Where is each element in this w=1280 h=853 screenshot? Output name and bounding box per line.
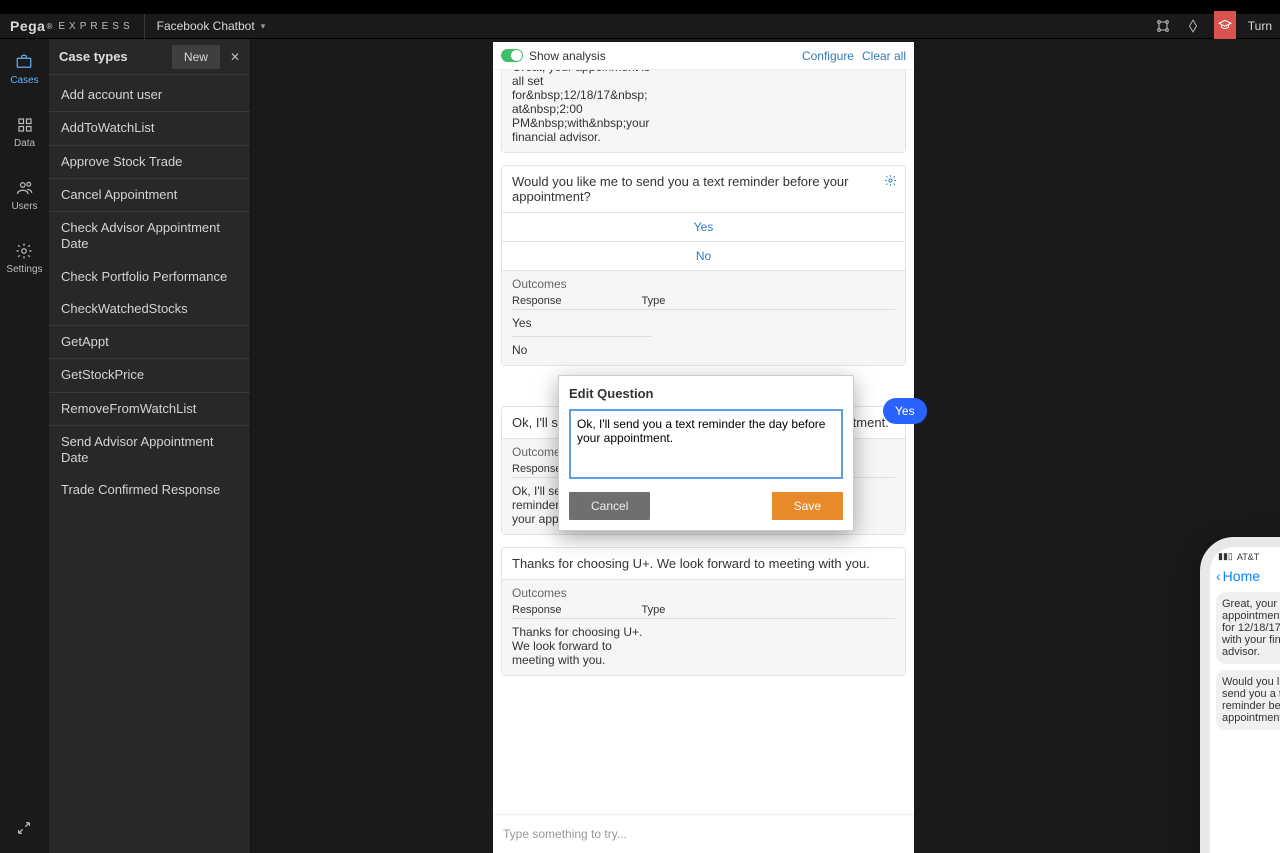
close-icon[interactable]: ✕ xyxy=(230,50,240,64)
bot-message: Thanks for choosing U+. We look forward … xyxy=(502,548,905,580)
show-analysis-toggle[interactable] xyxy=(501,49,523,62)
rail-label: Data xyxy=(14,138,35,149)
app-selector-label: Facebook Chatbot xyxy=(157,19,255,33)
gear-icon[interactable] xyxy=(884,174,897,190)
new-button[interactable]: New xyxy=(172,45,220,69)
chat-header: Show analysis Configure Clear all xyxy=(493,42,914,70)
col-type: Type xyxy=(642,295,666,307)
col-response: Response xyxy=(512,463,562,475)
briefcase-icon xyxy=(15,53,33,71)
outcomes-title: Outcomes xyxy=(512,586,895,600)
sidebar-item[interactable]: Trade Confirmed Response xyxy=(49,474,250,506)
share-icon[interactable] xyxy=(1154,17,1172,35)
gear-icon xyxy=(15,242,33,260)
users-icon xyxy=(16,179,34,197)
save-button[interactable]: Save xyxy=(772,492,843,520)
rail-users[interactable]: Users xyxy=(11,179,37,212)
brand-logo: Pega® EXPRESS xyxy=(0,18,144,34)
phone-home-label: Home xyxy=(1223,568,1260,584)
question-textarea[interactable] xyxy=(569,409,843,479)
msg-text: Would you like me to send you a text rem… xyxy=(512,174,849,204)
grid-icon xyxy=(16,116,34,134)
configure-link[interactable]: Configure xyxy=(802,49,854,63)
canvas: Show analysis Configure Clear all Respon… xyxy=(251,39,1280,853)
clear-all-link[interactable]: Clear all xyxy=(862,49,906,63)
panel-title: Case types xyxy=(59,49,128,64)
phone-message: Great, your appointment is all set for 1… xyxy=(1216,592,1280,664)
chat-bubble[interactable]: Thanks for choosing U+. We look forward … xyxy=(501,547,906,676)
chevron-left-icon: ‹ xyxy=(1216,568,1221,584)
left-rail: Cases Data Users Settings xyxy=(0,39,49,853)
chat-bubble[interactable]: Would you like me to send you a text rem… xyxy=(501,165,906,366)
expand-icon[interactable] xyxy=(16,820,32,839)
sidebar-item[interactable]: Check Advisor Appointment Date xyxy=(49,212,250,261)
outcome-row: Thanks for choosing U+. We look forward … xyxy=(512,619,652,673)
sidebar-item[interactable]: AddToWatchList xyxy=(49,112,250,144)
msg-text: Thanks for choosing U+. We look forward … xyxy=(512,556,870,571)
chat-input[interactable]: Type something to try... xyxy=(493,814,914,853)
sidebar-item[interactable]: RemoveFromWatchList xyxy=(49,393,250,425)
popover-title: Edit Question xyxy=(569,386,843,401)
col-response: Response xyxy=(512,295,562,307)
outcome-row: No xyxy=(512,337,652,363)
bot-message: Would you like me to send you a text rem… xyxy=(502,166,905,213)
turn-label[interactable]: Turn xyxy=(1248,19,1272,33)
col-response: Response xyxy=(512,604,562,616)
phone-message: Would you like me to send you a text rem… xyxy=(1216,670,1280,730)
user-reply-pill: Yes xyxy=(883,398,927,424)
case-types-panel: Case types New ✕ Add account userAddToWa… xyxy=(49,39,251,853)
chevron-down-icon: ▾ xyxy=(261,21,266,32)
sidebar-item[interactable]: Check Portfolio Performance xyxy=(49,261,250,293)
rail-cases[interactable]: Cases xyxy=(10,53,38,86)
sidebar-item[interactable]: Cancel Appointment xyxy=(49,179,250,211)
app-selector[interactable]: Facebook Chatbot ▾ xyxy=(145,14,278,39)
carrier-label: AT&T xyxy=(1237,552,1259,562)
sidebar-item[interactable]: GetAppt xyxy=(49,326,250,358)
sidebar-item[interactable]: CheckWatchedStocks xyxy=(49,293,250,325)
brand-name: Pega xyxy=(10,18,45,34)
rail-label: Settings xyxy=(6,264,42,275)
rail-label: Users xyxy=(11,201,37,212)
outcome-row: Yes xyxy=(512,310,652,337)
phone-home-link[interactable]: ‹ Home xyxy=(1210,566,1280,586)
phone-status-bar: ▮▮▯ AT&T ⌔ xyxy=(1210,547,1280,566)
outcomes-title: Outcomes xyxy=(512,277,895,291)
chat-bubble: ResponseType Great, your appoinment is a… xyxy=(501,70,906,153)
col-type: Type xyxy=(642,604,666,616)
option-no[interactable]: No xyxy=(502,242,905,271)
grad-cap-ribbon[interactable] xyxy=(1214,11,1236,39)
brand-reg: ® xyxy=(46,22,52,31)
brand-sub: EXPRESS xyxy=(58,21,133,32)
sidebar-item[interactable]: GetStockPrice xyxy=(49,359,250,391)
show-analysis-label: Show analysis xyxy=(529,49,606,63)
sidebar-item[interactable]: Add account user xyxy=(49,79,250,111)
rail-data[interactable]: Data xyxy=(14,116,35,149)
edit-question-popover: Edit Question Cancel Save xyxy=(558,375,854,531)
sidebar-item[interactable]: Send Advisor Appointment Date xyxy=(49,426,250,475)
sidebar-item[interactable]: Approve Stock Trade xyxy=(49,146,250,178)
signal-icon: ▮▮▯ xyxy=(1218,551,1233,562)
rail-label: Cases xyxy=(10,75,38,86)
diamond-icon[interactable] xyxy=(1184,17,1202,35)
top-bar: Pega® EXPRESS Facebook Chatbot ▾ Turn xyxy=(0,14,1280,39)
outcome-row: Great, your appoinment is all set for&nb… xyxy=(512,70,652,150)
rail-settings[interactable]: Settings xyxy=(6,242,42,275)
phone-preview: ▮▮▯ AT&T ⌔ ‹ Home Great, your appointmen… xyxy=(1200,537,1280,853)
cancel-button[interactable]: Cancel xyxy=(569,492,650,520)
option-yes[interactable]: Yes xyxy=(502,213,905,242)
